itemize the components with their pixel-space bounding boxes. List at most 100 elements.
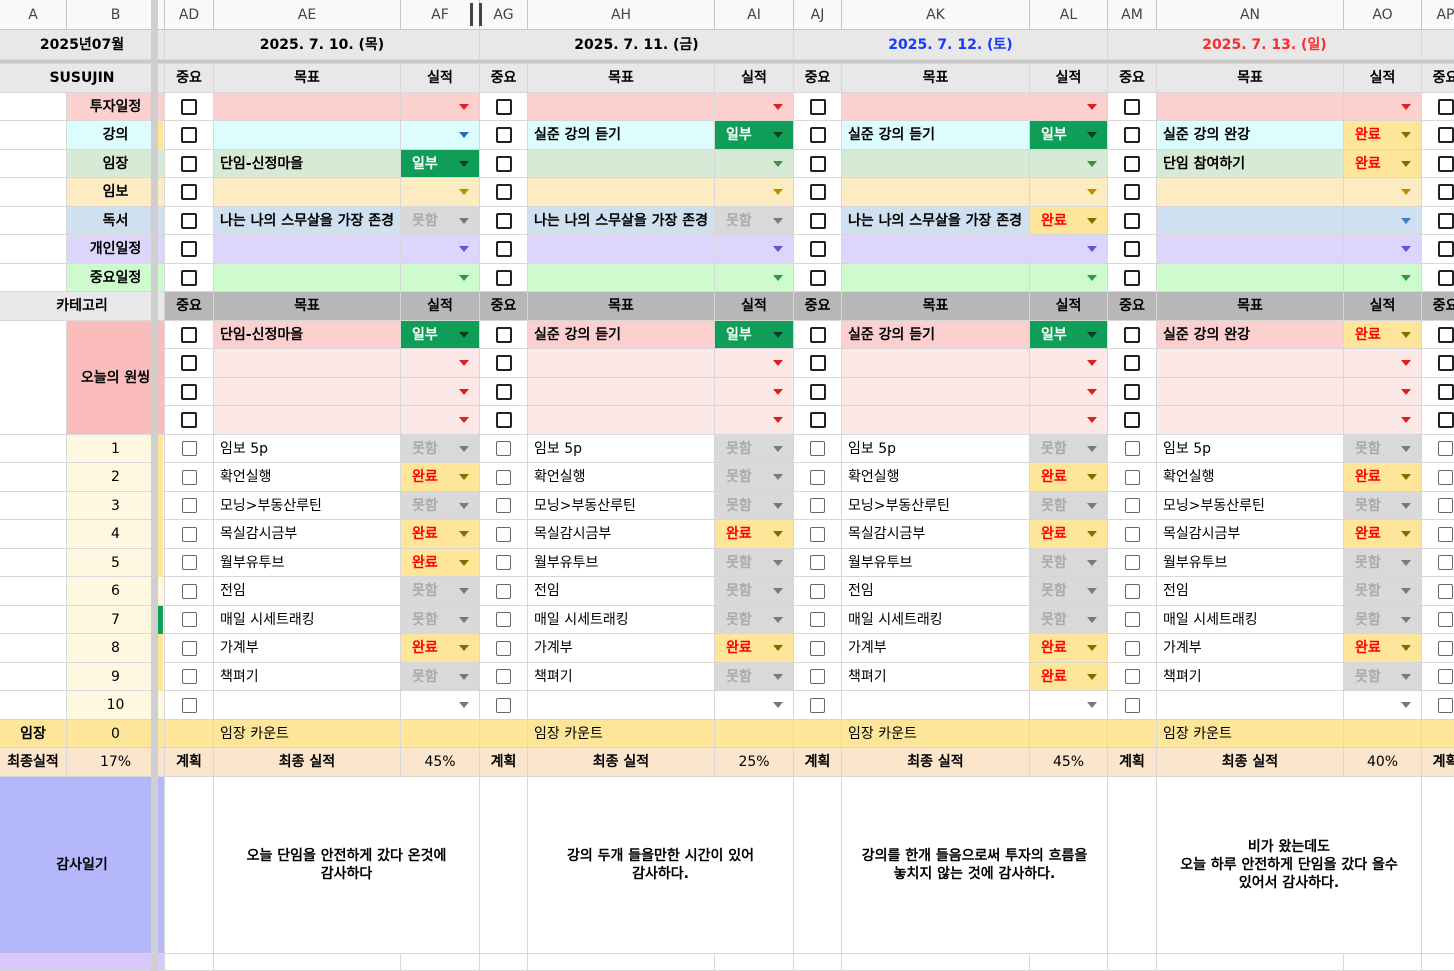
goal-cell[interactable] [1157,349,1344,378]
result-cell[interactable]: 일부 [715,321,794,349]
dropdown-arrow-icon[interactable] [1401,217,1411,224]
checkbox[interactable] [1437,212,1454,229]
checkbox[interactable] [1437,383,1454,400]
importance-cell[interactable] [480,121,528,150]
dropdown-arrow-icon[interactable] [459,645,469,651]
result-cell[interactable] [1030,406,1108,435]
importance-cell[interactable] [1422,463,1454,492]
importance-cell[interactable] [1108,463,1157,492]
result-header[interactable]: 실적 [1344,64,1422,93]
checkbox[interactable] [496,697,511,713]
checkbox[interactable] [810,640,825,656]
checkbox[interactable] [1124,469,1140,485]
dropdown-arrow-icon[interactable] [1087,616,1097,623]
checkbox[interactable] [1438,583,1453,599]
month-title[interactable]: 2025년07월 [0,30,165,60]
importance-cell[interactable] [794,663,842,691]
checkbox[interactable] [810,555,825,570]
status-dropdown[interactable]: 못함 [1344,435,1421,462]
importance-cell[interactable] [1108,378,1157,406]
cell[interactable] [165,720,214,748]
checkbox[interactable] [1124,383,1140,400]
routine-goal[interactable]: 가계부 [1157,634,1344,663]
checkbox[interactable] [496,441,511,456]
status-dropdown[interactable] [1344,93,1421,120]
cell[interactable] [528,954,715,971]
goal-cell[interactable] [214,121,401,150]
checkbox[interactable] [809,412,826,428]
status-dropdown[interactable] [1344,378,1421,405]
importance-cell[interactable] [1422,549,1454,577]
result-cell[interactable]: 일부 [715,121,794,150]
status-dropdown[interactable] [1030,691,1107,719]
checkbox[interactable] [181,469,197,485]
dropdown-arrow-icon[interactable] [459,388,469,395]
status-dropdown[interactable] [1030,264,1107,291]
checkbox[interactable] [495,241,512,257]
dropdown-arrow-icon[interactable] [773,388,783,395]
importance-cell[interactable] [794,435,842,463]
result-cell[interactable] [1030,235,1108,264]
result-cell[interactable]: 완료 [401,463,480,492]
goal-cell[interactable]: 실준 강의 듣기 [842,321,1030,349]
importance-cell[interactable] [165,634,214,663]
cell[interactable] [794,954,842,971]
checkbox[interactable] [1124,640,1140,656]
result-cell[interactable]: 못함 [1344,577,1422,606]
status-dropdown[interactable]: 못함 [1344,606,1421,633]
dropdown-arrow-icon[interactable] [1087,331,1097,338]
cell[interactable] [1422,30,1454,60]
cell[interactable] [794,720,842,748]
routine-goal[interactable]: 책펴기 [842,663,1030,691]
checkbox[interactable] [181,412,197,428]
dropdown-arrow-icon[interactable] [1401,474,1411,480]
checkbox[interactable] [1124,697,1140,713]
dropdown-arrow-icon[interactable] [459,189,469,195]
result-cell[interactable]: 완료 [1030,520,1108,549]
importance-cell[interactable] [480,93,528,121]
cell[interactable] [0,178,67,207]
routine-goal[interactable]: 월부유투브 [528,549,715,577]
status-dropdown[interactable]: 못함 [715,492,793,519]
importance-cell[interactable] [1108,264,1157,292]
cell[interactable] [1344,720,1422,748]
dropdown-arrow-icon[interactable] [1401,531,1411,537]
result-cell[interactable] [401,378,480,406]
result-cell[interactable] [1344,207,1422,235]
checkbox[interactable] [1438,555,1453,570]
cell[interactable] [214,954,401,971]
importance-cell[interactable] [1422,378,1454,406]
result-cell[interactable]: 완료 [401,520,480,549]
importance-cell[interactable] [794,606,842,634]
goal-cell[interactable] [528,93,715,121]
status-dropdown[interactable] [401,378,479,405]
column-header-a[interactable]: A [0,0,67,30]
status-dropdown[interactable] [401,178,479,206]
status-dropdown[interactable]: 못함 [715,606,793,633]
cell[interactable] [0,93,67,121]
routine-goal[interactable]: 목실감시금부 [1157,520,1344,549]
importance-cell[interactable] [794,235,842,264]
checkbox[interactable] [181,155,197,172]
result-cell[interactable]: 못함 [715,492,794,520]
cell[interactable] [1108,777,1157,954]
dropdown-arrow-icon[interactable] [459,531,469,537]
importance-cell[interactable] [794,406,842,435]
checkbox[interactable] [1438,697,1453,713]
checkbox[interactable] [496,469,511,485]
importance-cell[interactable] [1108,634,1157,663]
status-dropdown[interactable]: 완료 [1344,121,1421,149]
importance-cell[interactable] [480,492,528,520]
goal-cell[interactable] [1157,235,1344,264]
result-cell[interactable]: 일부 [1030,121,1108,150]
result-cell[interactable]: 완료 [401,549,480,577]
goal-cell[interactable] [214,406,401,435]
result-cell[interactable] [401,93,480,121]
routine-goal[interactable]: 확언실행 [842,463,1030,492]
routine-goal[interactable]: 목실감시금부 [528,520,715,549]
result-cell[interactable]: 완료 [715,520,794,549]
result-cell[interactable]: 못함 [1030,435,1108,463]
importance-cell[interactable] [794,492,842,520]
goal-header[interactable]: 목표 [842,292,1030,321]
goal-cell[interactable] [842,264,1030,292]
